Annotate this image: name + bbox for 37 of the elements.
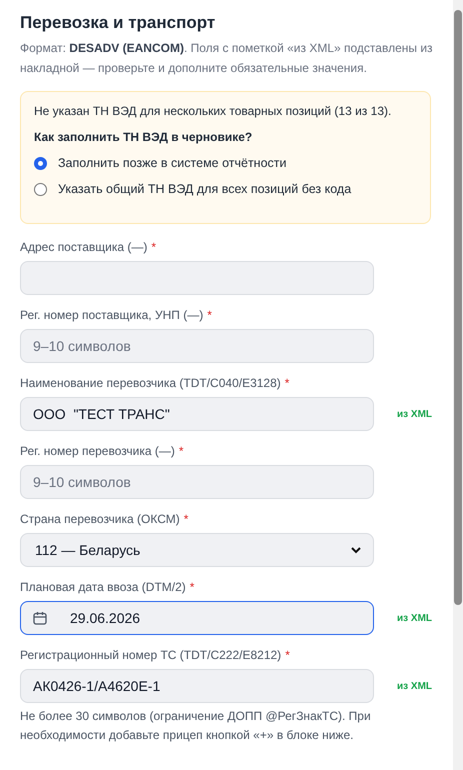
- section-title: Перевозка и транспорт: [20, 12, 216, 34]
- scrollbar[interactable]: [453, 0, 463, 770]
- radio-button[interactable]: [34, 156, 47, 170]
- hint-text: Не более 30 символов (ограничение ДОПП @РегЗнакТС). При необходимости добавьте прицеп кнопкой «+» в блоке ниже.: [20, 708, 372, 744]
- field-label: Адрес поставщика (—): [20, 239, 148, 256]
- input-field[interactable]: ООО "ТЕСТ ТРАНС": [20, 397, 374, 431]
- field-label: Страна перевозчика (ОКСМ): [20, 511, 180, 528]
- required-mark: *: [151, 239, 156, 256]
- field-label: Рег. номер поставщика, УНП (—): [20, 307, 204, 324]
- chevron-down-icon: [351, 546, 361, 554]
- from-xml-label: из XML: [397, 680, 432, 694]
- required-mark: *: [207, 307, 212, 324]
- warning-text: Не указан ТН ВЭД для нескольких товарных позиций (13 из 13).: [34, 103, 392, 120]
- date-field[interactable]: 29.06.2026: [20, 601, 374, 635]
- required-mark: *: [285, 647, 290, 664]
- field-label: Регистрационный номер ТС (TDT/C222/E8212): [20, 647, 282, 664]
- input-field[interactable]: 9–10 символов: [20, 329, 374, 363]
- required-mark: *: [190, 579, 194, 596]
- field-label: Рег. номер перевозчика (—): [20, 443, 175, 460]
- field-label: Наименование перевозчика (TDT/C040/E3128): [20, 375, 281, 392]
- scrollbar-thumb[interactable]: [454, 10, 462, 605]
- description-text: Формат: DESADV (EANCOM). Поля с пометкой «из XML» подставлены из накладной — проверьте и дополните обязательные значения.: [20, 40, 434, 77]
- calendar-icon[interactable]: [33, 611, 47, 625]
- input-field[interactable]: [20, 261, 374, 295]
- from-xml-label: из XML: [397, 408, 432, 422]
- radio-option[interactable]: Заполнить позже в системе отчётности: [34, 153, 417, 173]
- country-select[interactable]: 112 — Беларусь: [20, 533, 374, 567]
- required-mark: *: [178, 443, 184, 460]
- required-mark: *: [284, 375, 290, 392]
- input-field[interactable]: АК0426-1/А4620Е-1: [20, 669, 374, 703]
- field-label: Плановая дата ввоза (DTM/2): [20, 579, 186, 596]
- required-mark: *: [184, 511, 188, 528]
- question-text: Как заполнить ТН ВЭД в черновике?: [34, 129, 254, 146]
- radio-button[interactable]: [34, 182, 47, 196]
- radio-option[interactable]: Указать общий ТН ВЭД для всех позиций без кода: [34, 179, 417, 199]
- from-xml-label: из XML: [397, 612, 432, 626]
- input-field[interactable]: 9–10 символов: [20, 465, 374, 499]
